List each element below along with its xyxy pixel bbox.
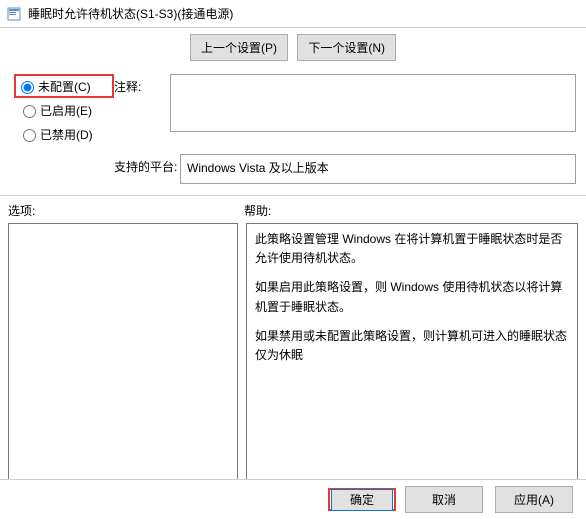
radio-not-configured-label: 未配置(C) xyxy=(38,78,91,95)
platform-label: 支持的平台: xyxy=(114,154,180,175)
platform-value: Windows Vista 及以上版本 xyxy=(187,161,329,175)
help-panel[interactable]: 此策略设置管理 Windows 在将计算机置于睡眠状态时是否允许使用待机状态。 … xyxy=(246,223,578,495)
radio-enabled[interactable]: 已启用(E) xyxy=(18,98,114,122)
options-panel[interactable] xyxy=(8,223,238,495)
apply-button[interactable]: 应用(A) xyxy=(495,486,573,513)
radio-disabled-input[interactable] xyxy=(23,129,36,142)
radio-disabled[interactable]: 已禁用(D) xyxy=(18,122,114,146)
bottom-bar: 确定 取消 应用(A) xyxy=(0,479,586,519)
ok-highlight: 确定 xyxy=(328,488,396,511)
ok-button[interactable]: 确定 xyxy=(331,489,393,511)
section-labels: 选项: 帮助: xyxy=(0,200,586,223)
help-p1: 此策略设置管理 Windows 在将计算机置于睡眠状态时是否允许使用待机状态。 xyxy=(255,230,569,268)
radio-not-configured-input[interactable] xyxy=(21,81,34,94)
comment-textarea[interactable] xyxy=(170,74,576,132)
platform-value-box[interactable]: Windows Vista 及以上版本 xyxy=(180,154,576,184)
config-row-platform: 支持的平台: Windows Vista 及以上版本 xyxy=(0,151,586,187)
help-label: 帮助: xyxy=(244,202,578,219)
window-title: 睡眠时允许待机状态(S1-S3)(接通电源) xyxy=(28,5,233,22)
divider xyxy=(0,195,586,196)
title-bar: 睡眠时允许待机状态(S1-S3)(接通电源) xyxy=(0,0,586,28)
radio-disabled-label: 已禁用(D) xyxy=(40,126,93,143)
next-setting-button[interactable]: 下一个设置(N) xyxy=(297,34,396,61)
policy-icon xyxy=(6,6,22,22)
state-radio-group: 未配置(C) 已启用(E) 已禁用(D) xyxy=(4,74,114,146)
radio-enabled-label: 已启用(E) xyxy=(40,102,92,119)
nav-buttons: 上一个设置(P) 下一个设置(N) xyxy=(0,28,586,71)
options-label: 选项: xyxy=(8,202,244,219)
radio-not-configured[interactable]: 未配置(C) xyxy=(14,74,114,98)
help-p3: 如果禁用或未配置此策略设置，则计算机可进入的睡眠状态仅为休眠 xyxy=(255,327,569,365)
radio-enabled-input[interactable] xyxy=(23,105,36,118)
config-row-comment: 未配置(C) 已启用(E) 已禁用(D) 注释: xyxy=(0,71,586,149)
comment-label: 注释: xyxy=(114,74,170,95)
prev-setting-button[interactable]: 上一个设置(P) xyxy=(190,34,288,61)
cancel-button[interactable]: 取消 xyxy=(405,486,483,513)
help-p2: 如果启用此策略设置，则 Windows 使用待机状态以将计算机置于睡眠状态。 xyxy=(255,278,569,316)
panels-row: 此策略设置管理 Windows 在将计算机置于睡眠状态时是否允许使用待机状态。 … xyxy=(0,223,586,495)
